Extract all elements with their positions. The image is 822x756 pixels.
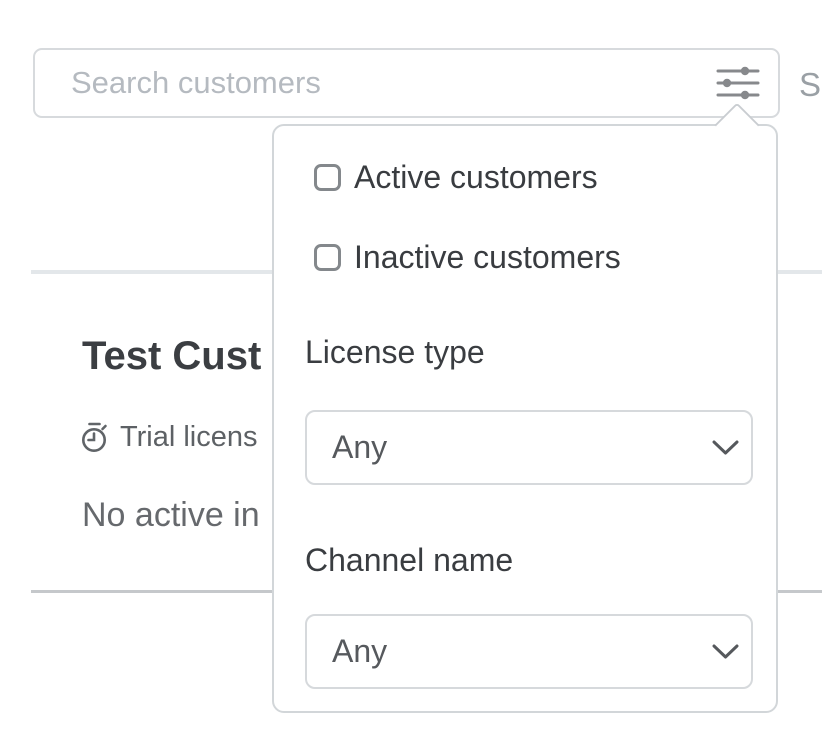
inactive-customers-checkbox[interactable] bbox=[314, 244, 341, 271]
timer-icon bbox=[80, 422, 109, 453]
channel-name-field-label: Channel name bbox=[305, 542, 513, 579]
checkbox-row-active-customers[interactable]: Active customers bbox=[314, 159, 598, 196]
checkbox-row-inactive-customers[interactable]: Inactive customers bbox=[314, 239, 621, 276]
chevron-down-icon bbox=[712, 644, 739, 660]
channel-name-select[interactable]: Any bbox=[305, 614, 753, 689]
license-row: Trial licens bbox=[80, 421, 258, 454]
inactive-customers-label: Inactive customers bbox=[354, 239, 621, 276]
sliders-icon bbox=[716, 66, 760, 100]
license-type-text: Trial licens bbox=[120, 421, 258, 454]
filter-button[interactable] bbox=[712, 59, 764, 107]
active-customers-label: Active customers bbox=[354, 159, 598, 196]
filter-popover: Active customers Inactive customers Lice… bbox=[272, 124, 778, 713]
active-customers-checkbox[interactable] bbox=[314, 164, 341, 191]
search-input[interactable] bbox=[35, 50, 778, 116]
customer-name-heading: Test Cust bbox=[82, 334, 261, 379]
channel-name-select-value: Any bbox=[307, 633, 712, 670]
license-type-select[interactable]: Any bbox=[305, 410, 753, 485]
chevron-down-icon bbox=[712, 440, 739, 456]
sort-control-partial[interactable]: S bbox=[799, 66, 821, 104]
license-type-field-label: License type bbox=[305, 334, 485, 371]
customer-status-text: No active in bbox=[82, 496, 260, 535]
license-type-select-value: Any bbox=[307, 429, 712, 466]
search-box bbox=[33, 48, 780, 118]
